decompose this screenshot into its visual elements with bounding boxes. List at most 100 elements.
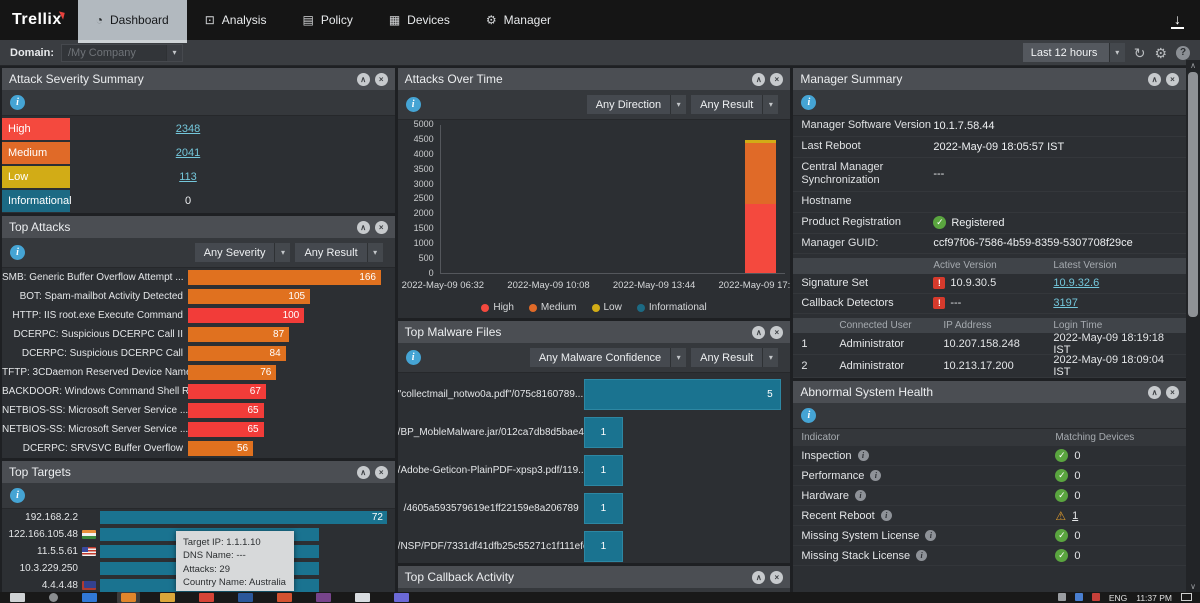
notepad-icon[interactable]	[355, 593, 370, 602]
attack-bar[interactable]: 100	[188, 308, 304, 323]
close-icon[interactable]: ×	[770, 571, 783, 584]
result-filter-select[interactable]: Any Result▾	[691, 95, 778, 114]
tray-icon[interactable]	[1075, 593, 1083, 601]
malware-confidence-filter-select[interactable]: Any Malware Confidence▾	[530, 348, 686, 367]
tab-policy[interactable]: ▤ Policy	[284, 0, 370, 40]
malware-bar[interactable]: 1	[584, 417, 623, 448]
severity-filter-select[interactable]: Any Severity▾	[195, 243, 291, 262]
tab-dashboard[interactable]: ◔ Dashboard	[78, 0, 187, 40]
bar-value: 84	[270, 348, 281, 359]
severity-count-link[interactable]: 113	[179, 171, 197, 183]
scroll-down-arrow[interactable]: ∨	[1186, 581, 1200, 592]
info-icon[interactable]: i	[801, 95, 816, 110]
attack-bar[interactable]: 84	[188, 346, 286, 361]
onenote-icon[interactable]	[316, 593, 331, 602]
taskbar-app-icon[interactable]	[121, 593, 136, 602]
collapse-icon[interactable]: ∧	[752, 571, 765, 584]
field-row: Product Registration✓Registered	[793, 213, 1186, 234]
collapse-icon[interactable]: ∧	[357, 221, 370, 234]
help-icon[interactable]: ?	[1176, 46, 1190, 60]
language-indicator[interactable]: ENG	[1109, 593, 1127, 603]
attack-bar[interactable]: 65	[188, 403, 264, 418]
scroll-up-arrow[interactable]: ∧	[1186, 60, 1200, 71]
field-row: Manager GUID:ccf97f06-7586-4b59-8359-530…	[793, 234, 1186, 255]
severity-row: Informational 0	[2, 189, 395, 212]
bar-row: NETBIOS-SS: Microsoft Server Service ...…	[2, 401, 395, 420]
matching-devices-count-link[interactable]: 1	[1072, 510, 1078, 522]
malware-bar[interactable]: 1	[584, 455, 623, 486]
collapse-icon[interactable]: ∧	[752, 73, 765, 86]
info-icon[interactable]: i	[406, 97, 421, 112]
tray-icon[interactable]	[1058, 593, 1066, 601]
attack-bar[interactable]: 67	[188, 384, 266, 399]
info-icon[interactable]: i	[801, 408, 816, 423]
close-icon[interactable]: ×	[375, 73, 388, 86]
result-filter-select[interactable]: Any Result▾	[691, 348, 778, 367]
direction-filter-select[interactable]: Any Direction▾	[587, 95, 686, 114]
info-icon[interactable]: i	[406, 350, 421, 365]
collapse-icon[interactable]: ∧	[1148, 386, 1161, 399]
word-icon[interactable]	[238, 593, 253, 602]
info-icon[interactable]: i	[925, 530, 936, 541]
collapse-icon[interactable]: ∧	[752, 326, 765, 339]
target-bar[interactable]: 72	[100, 511, 387, 524]
close-icon[interactable]: ×	[1166, 386, 1179, 399]
attack-bar[interactable]: 76	[188, 365, 276, 380]
result-filter-select[interactable]: Any Result▾	[295, 243, 382, 262]
attack-bar[interactable]: 56	[188, 441, 253, 456]
tab-manager[interactable]: ⚙ Manager	[468, 0, 569, 40]
close-icon[interactable]: ×	[375, 466, 388, 479]
info-icon[interactable]: i	[916, 550, 927, 561]
info-icon[interactable]: i	[881, 510, 892, 521]
close-icon[interactable]: ×	[770, 326, 783, 339]
taskbar-app-icon[interactable]	[82, 593, 97, 602]
close-icon[interactable]: ×	[770, 73, 783, 86]
tab-devices[interactable]: ▦ Devices	[371, 0, 468, 40]
collapse-icon[interactable]: ∧	[357, 466, 370, 479]
start-button[interactable]	[10, 593, 25, 602]
stacked-bar[interactable]	[745, 140, 776, 273]
attack-bar[interactable]: 65	[188, 422, 264, 437]
plot-area	[440, 125, 786, 274]
attack-bar[interactable]: 87	[188, 327, 289, 342]
close-icon[interactable]: ×	[375, 221, 388, 234]
malware-bar[interactable]: 5	[584, 379, 781, 410]
tab-analysis[interactable]: ⊡ Analysis	[187, 0, 285, 40]
malware-bar[interactable]: 1	[584, 531, 623, 562]
severity-count-link[interactable]: 2041	[176, 147, 200, 159]
gear-icon[interactable]: ⚙	[1154, 46, 1167, 60]
action-center-icon[interactable]	[1181, 593, 1192, 601]
bar-value: 5	[767, 389, 773, 400]
malware-bar[interactable]: 1	[584, 493, 623, 524]
attack-bar[interactable]: 105	[188, 289, 310, 304]
powerpoint-icon[interactable]	[277, 593, 292, 602]
search-icon[interactable]	[49, 593, 58, 602]
latest-version-link[interactable]: 10.9.32.6	[1053, 277, 1099, 289]
collapse-icon[interactable]: ∧	[1148, 73, 1161, 86]
attack-bar[interactable]: 166	[188, 270, 381, 285]
info-icon[interactable]: i	[855, 490, 866, 501]
info-icon[interactable]: i	[870, 470, 881, 481]
scrollbar-thumb[interactable]	[1188, 72, 1198, 317]
panel-toolbar: i Any Direction▾ Any Result▾	[398, 90, 791, 120]
tray-icon[interactable]	[1092, 593, 1100, 601]
file-explorer-icon[interactable]	[160, 593, 175, 602]
manager-icon: ⚙	[486, 13, 497, 27]
severity-count-link[interactable]: 2348	[176, 123, 200, 135]
clock[interactable]: 11:37 PM	[1136, 593, 1172, 603]
info-icon[interactable]: i	[858, 450, 869, 461]
info-icon[interactable]: i	[10, 245, 25, 260]
time-range-select[interactable]: Last 12 hours ▾	[1023, 43, 1125, 62]
latest-version-link[interactable]: 3197	[1053, 297, 1077, 309]
close-icon[interactable]: ×	[1166, 73, 1179, 86]
panel-toolbar: i Any Severity▾ Any Result▾	[2, 238, 395, 268]
taskbar-app-icon[interactable]	[199, 593, 214, 602]
domain-select[interactable]: /My Company ▾	[61, 44, 183, 62]
download-icon[interactable]: ↓	[1171, 12, 1184, 29]
policy-icon: ▤	[302, 13, 313, 27]
collapse-icon[interactable]: ∧	[357, 73, 370, 86]
taskbar-app-icon[interactable]	[394, 593, 409, 602]
refresh-icon[interactable]: ↻	[1134, 46, 1146, 60]
info-icon[interactable]: i	[10, 488, 25, 503]
info-icon[interactable]: i	[10, 95, 25, 110]
